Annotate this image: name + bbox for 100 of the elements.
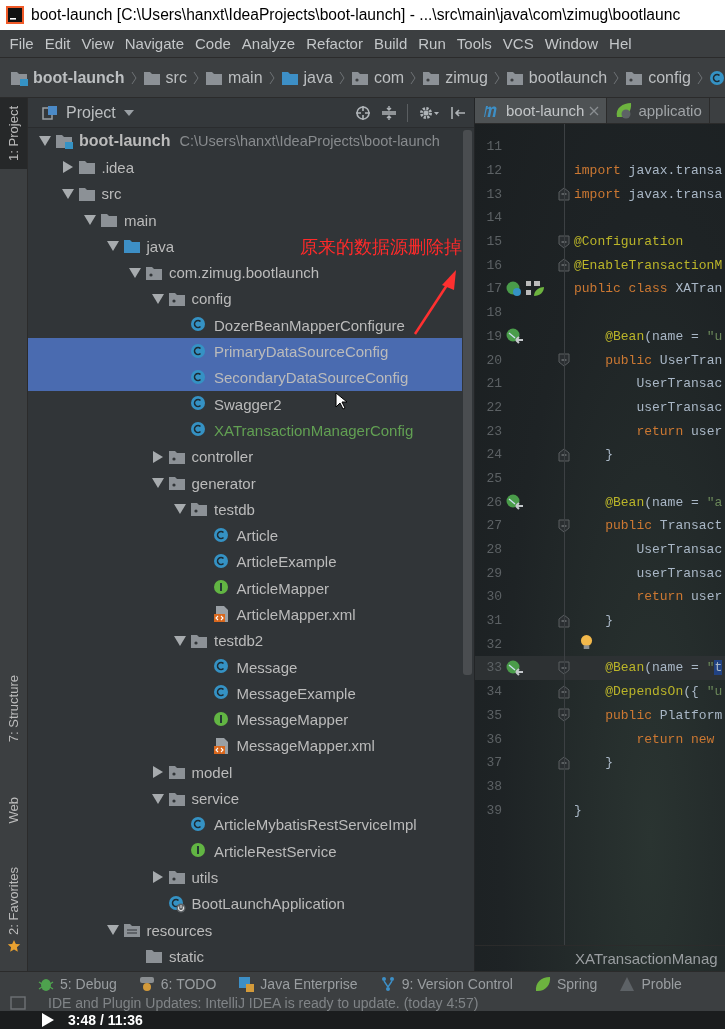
editor-tab[interactable]: applicatio (607, 98, 710, 123)
tool-window-tab[interactable]: 2: Favorites (0, 859, 27, 961)
tool-window-button[interactable]: Java Enterprise (238, 975, 358, 992)
tree-arrow-icon[interactable] (106, 240, 119, 253)
menu-item[interactable]: Hel (603, 33, 638, 54)
tree-arrow-icon[interactable] (151, 477, 164, 489)
tree-arrow-icon[interactable] (151, 292, 164, 305)
menu-item[interactable]: View (76, 33, 120, 54)
menu-item[interactable]: Build (368, 33, 413, 54)
tree-item[interactable]: com.zimug.bootlaunch (28, 259, 320, 286)
tool-window-button[interactable]: Proble (619, 975, 682, 992)
tree-arrow-icon[interactable] (174, 634, 186, 647)
tree-arrow-icon[interactable] (151, 450, 164, 463)
tree-item[interactable]: MessageMapper (28, 706, 349, 733)
bean-gutter-icon[interactable] (506, 494, 524, 511)
tool-window-tab[interactable]: Web (0, 788, 27, 832)
fold-marker-icon[interactable] (558, 755, 570, 770)
fold-marker-icon[interactable] (558, 660, 570, 675)
tool-window-button[interactable]: 6: TODO (138, 975, 217, 992)
tree-arrow-icon[interactable] (151, 871, 164, 884)
panel-toggle-icon[interactable] (10, 996, 26, 1010)
fold-marker-icon[interactable] (558, 518, 570, 533)
fold-marker-icon[interactable] (558, 353, 570, 368)
scrollbar[interactable] (463, 130, 472, 675)
tree-item[interactable]: controller (28, 443, 254, 470)
tool-window-button[interactable]: 9: Version Control (379, 975, 513, 992)
fold-marker-icon[interactable] (558, 708, 570, 723)
fold-marker-icon[interactable] (558, 684, 570, 699)
tool-window-tab[interactable]: 1: Project (0, 98, 27, 169)
breadcrumb-item[interactable]: main (204, 68, 263, 87)
tree-item[interactable]: ArticleMybatisRestServiceImpl (28, 811, 417, 838)
fold-marker-icon[interactable] (558, 613, 570, 628)
tree-arrow-icon[interactable] (61, 161, 74, 174)
tree-item[interactable]: boot-launch C:\Users\hanxt\IdeaProjects\boot-launch (28, 128, 440, 155)
menu-item[interactable]: Edit (39, 33, 77, 54)
tree-item[interactable]: static (28, 943, 204, 970)
settings-icon[interactable] (418, 104, 440, 121)
breadcrumb-item[interactable]: zimug (422, 68, 488, 87)
tree-arrow-icon[interactable] (151, 792, 164, 805)
tree-item[interactable]: resources (28, 916, 213, 944)
fold-marker-icon[interactable] (558, 258, 570, 273)
tool-window-tab[interactable]: 7: Structure (0, 667, 27, 751)
tree-item[interactable]: MessageExample (28, 680, 356, 707)
menu-item[interactable]: Tools (451, 33, 498, 54)
tree-arrow-icon[interactable] (106, 924, 119, 937)
fold-marker-icon[interactable] (558, 187, 570, 202)
bean-gutter-icon[interactable] (506, 328, 524, 345)
breadcrumb-item[interactable]: com (350, 68, 405, 87)
tree-item[interactable]: DozerBeanMapperConfigure (28, 312, 405, 339)
tree-item[interactable]: BootLaunchApplication (28, 890, 345, 917)
editor-tab[interactable]: boot-launch (475, 98, 608, 123)
tree-item[interactable]: ArticleMapper (28, 575, 330, 602)
tree-item[interactable]: MessageMapper.xml (28, 732, 375, 760)
breadcrumb-item[interactable]: boot-launch (10, 68, 125, 87)
tree-item[interactable]: src (28, 180, 122, 207)
tree-item[interactable]: utils (28, 864, 219, 891)
lightbulb-icon[interactable] (580, 634, 593, 652)
hide-panel-icon[interactable] (450, 104, 466, 121)
spring-bean-gutter-icon[interactable] (506, 279, 546, 298)
breadcrumb-item[interactable]: config (625, 68, 691, 87)
menu-item[interactable]: VCS (497, 33, 540, 54)
tree-item[interactable]: generator (28, 469, 256, 497)
tree-item[interactable]: .idea (28, 154, 135, 181)
tool-window-button[interactable]: Spring (534, 975, 598, 992)
tree-item[interactable]: java (28, 233, 175, 260)
tree-item[interactable]: ArticleRestService (28, 838, 337, 865)
breadcrumb-item[interactable]: java (280, 68, 333, 87)
menu-item[interactable]: Run (412, 33, 452, 54)
tree-item[interactable]: testdb (28, 496, 255, 523)
tree-arrow-icon[interactable] (39, 135, 51, 148)
editor-breadcrumb[interactable]: XATransactionManag (575, 950, 718, 967)
menu-item[interactable]: Navigate (119, 33, 190, 54)
tree-item[interactable]: Article (28, 522, 279, 549)
menu-item[interactable]: Refactor (300, 33, 369, 54)
menu-item[interactable]: File (4, 33, 40, 54)
menu-item[interactable]: Code (189, 33, 237, 54)
tree-item[interactable]: ArticleExample (28, 548, 337, 576)
tree-arrow-icon[interactable] (174, 503, 186, 516)
tree-item[interactable]: XATransactionManagerConfig (28, 417, 414, 444)
tree-item[interactable]: ArticleMapper.xml (28, 601, 356, 628)
tree-arrow-icon[interactable] (151, 766, 164, 779)
tree-arrow-icon[interactable] (84, 214, 96, 227)
fold-marker-icon[interactable] (558, 234, 570, 249)
play-icon[interactable] (42, 1013, 54, 1027)
tree-item[interactable]: model (28, 759, 233, 786)
locate-icon[interactable] (355, 104, 371, 121)
tree-item[interactable]: Message (28, 653, 298, 681)
menu-item[interactable]: Analyze (236, 33, 301, 54)
tree-item[interactable]: Swagger2 (28, 390, 282, 418)
tree-item[interactable]: testdb2 (28, 627, 264, 654)
tree-item[interactable]: main (28, 206, 157, 234)
collapse-all-icon[interactable] (381, 104, 397, 121)
project-view-selector[interactable]: Project (42, 103, 134, 122)
breadcrumb-item[interactable]: src (142, 68, 187, 87)
menu-item[interactable]: Window (539, 33, 604, 54)
fold-marker-icon[interactable] (558, 447, 570, 462)
tree-arrow-icon[interactable] (129, 266, 141, 279)
bean-gutter-icon[interactable] (506, 659, 524, 676)
breadcrumb-item[interactable]: bootlaunch (505, 68, 608, 87)
tool-window-button[interactable]: 5: Debug (38, 975, 117, 992)
